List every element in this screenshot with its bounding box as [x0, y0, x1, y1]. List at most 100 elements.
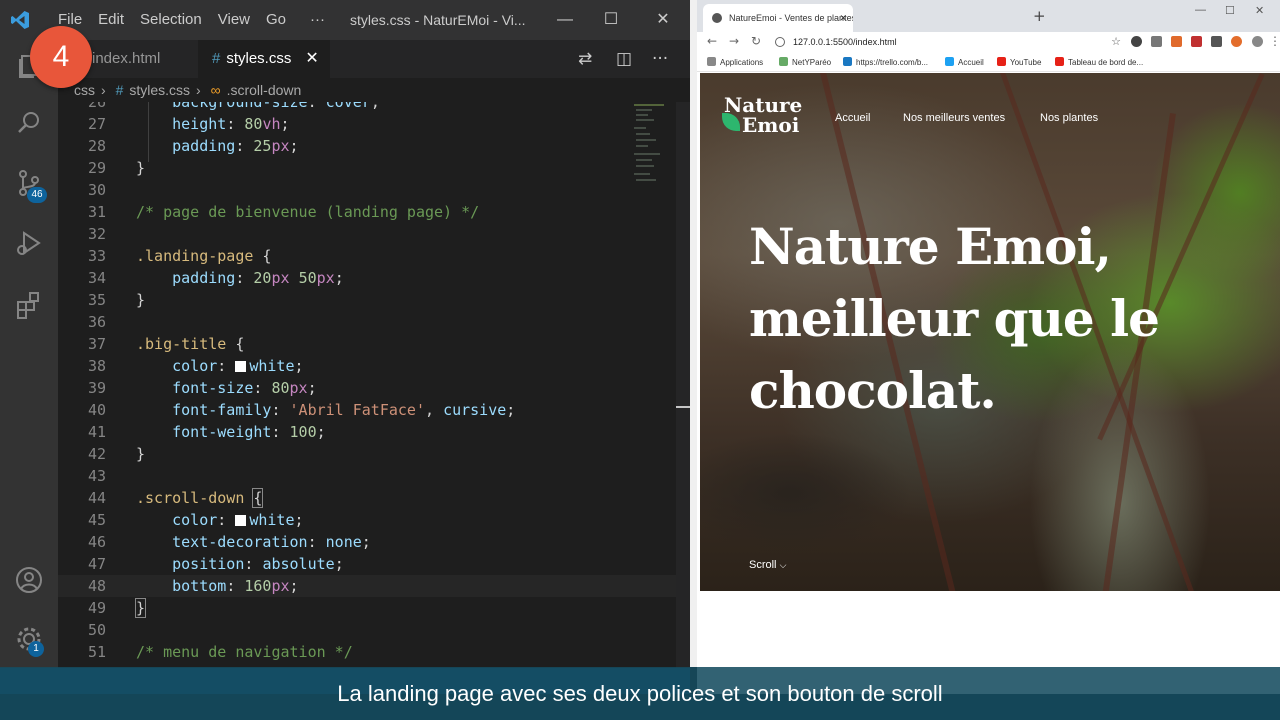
code-line[interactable]: 43 [58, 465, 690, 487]
menu-view[interactable]: View [210, 0, 258, 40]
code-line[interactable]: 46 text-decoration: none; [58, 531, 690, 553]
maximize-button[interactable]: ☐ [586, 0, 636, 40]
bookmark-label: YouTube [1010, 58, 1042, 67]
code-editor[interactable]: 26 background-size: cover; 27 height: 80v… [58, 102, 690, 668]
code-line[interactable]: 48 bottom: 160px; [58, 575, 690, 597]
browser-window: NatureEmoi - Ventes de plantes ✕ + — ☐ ✕… [697, 0, 1280, 720]
code-line[interactable]: 47 position: absolute; [58, 553, 690, 575]
line-number: 40 [87, 401, 106, 419]
extension-icon[interactable] [1171, 36, 1182, 47]
nav-link-accueil[interactable]: Accueil [835, 112, 870, 124]
code-line[interactable]: 51 /* menu de navigation */ [58, 641, 690, 663]
run-debug-icon[interactable] [14, 228, 44, 258]
browser-close-button[interactable]: ✕ [1255, 4, 1264, 17]
back-arrow-icon[interactable]: ← [707, 34, 717, 48]
vscode-window: File Edit Selection View Go ··· styles.c… [0, 0, 690, 720]
code-line[interactable]: 45 color: white; [58, 509, 690, 531]
code-line[interactable]: 36 [58, 311, 690, 333]
code-line[interactable]: 29} [58, 157, 690, 179]
code-line[interactable]: 37 .big-title { [58, 333, 690, 355]
code-line[interactable]: 39 font-size: 80px; [58, 377, 690, 399]
close-tab-icon[interactable]: ✕ [839, 4, 847, 32]
minimap[interactable] [634, 102, 674, 192]
menu-more[interactable]: ··· [302, 0, 333, 40]
line-number: 36 [87, 313, 106, 331]
code-line[interactable]: 40 font-family: 'Abril FatFace', cursive… [58, 399, 690, 421]
site-info-icon[interactable] [775, 37, 785, 47]
menu-go[interactable]: Go [258, 0, 294, 40]
code-line[interactable]: 27 height: 80vh; [58, 113, 690, 135]
browser-menu-icon[interactable]: ⋮ [1269, 34, 1280, 48]
code-line[interactable]: 26 background-size: cover; [58, 102, 690, 113]
new-tab-button[interactable]: + [1033, 7, 1046, 25]
code-text: height: 80vh; [136, 115, 290, 133]
code-line[interactable]: 50 [58, 619, 690, 641]
compare-changes-icon[interactable]: ⇄ [578, 40, 592, 78]
scrollbar-cursor-marker [676, 406, 690, 408]
extension-icon[interactable] [1151, 36, 1162, 47]
address-bar[interactable]: 127.0.0.1:5500/index.html ☆ [769, 33, 1125, 51]
window-gap [690, 0, 697, 667]
code-text: .scroll-down { [136, 488, 264, 508]
code-line[interactable]: 41 font-weight: 100; [58, 421, 690, 443]
line-number: 47 [87, 555, 106, 573]
code-line[interactable]: 31 /* page de bienvenue (landing page) */ [58, 201, 690, 223]
code-line[interactable]: 28 padding: 25px; [58, 135, 690, 157]
bookmark-item[interactable]: Accueil [945, 57, 984, 67]
browser-maximize-button[interactable]: ☐ [1225, 4, 1235, 17]
code-line[interactable]: 49} [58, 597, 690, 619]
menu-edit[interactable]: Edit [90, 0, 132, 40]
code-line[interactable]: 34 padding: 20px 50px; [58, 267, 690, 289]
extensions-puzzle-icon[interactable] [1211, 36, 1222, 47]
activity-bar: 46 1 [0, 40, 58, 668]
extension-icon[interactable] [1231, 36, 1242, 47]
breadcrumb-symbol[interactable]: .scroll-down [227, 82, 302, 98]
editor-scrollbar[interactable] [676, 102, 690, 668]
code-text: .landing-page { [136, 247, 272, 265]
bookmark-star-icon[interactable]: ☆ [1111, 33, 1121, 51]
code-text: bottom: 160px; [136, 577, 299, 595]
close-tab-icon[interactable]: ✕ [305, 50, 318, 67]
extensions-icon[interactable] [14, 290, 44, 320]
account-icon[interactable] [14, 565, 44, 595]
site-logo[interactable]: Nature Emoi [724, 95, 802, 135]
forward-arrow-icon[interactable]: → [729, 34, 739, 48]
more-actions-icon[interactable]: ··· [652, 40, 668, 78]
site-logo-line1: Nature [724, 93, 803, 117]
tab-label: index.html [92, 50, 161, 67]
bookmark-item[interactable]: https://trello.com/b... [843, 57, 928, 67]
browser-minimize-button[interactable]: — [1195, 4, 1206, 16]
nav-link-meilleurs-ventes[interactable]: Nos meilleurs ventes [903, 112, 1005, 124]
bookmark-item[interactable]: Tableau de bord de... [1055, 57, 1143, 67]
close-window-button[interactable]: ✕ [638, 0, 688, 40]
bookmark-item[interactable]: Applications [707, 57, 763, 67]
extension-icon[interactable] [1191, 36, 1202, 47]
bookmark-item[interactable]: NetYParéo [779, 57, 831, 67]
code-line[interactable]: 44 .scroll-down { [58, 487, 690, 509]
bookmark-label: Applications [720, 58, 764, 67]
breadcrumb-folder[interactable]: css [74, 82, 95, 98]
profile-avatar[interactable] [1252, 36, 1263, 47]
reload-icon[interactable]: ↻ [751, 34, 761, 48]
split-editor-icon[interactable]: ◫ [616, 40, 632, 78]
browser-tab[interactable]: NatureEmoi - Ventes de plantes ✕ [703, 4, 853, 32]
menu-selection[interactable]: Selection [132, 0, 210, 40]
code-line[interactable]: 38 color: white; [58, 355, 690, 377]
nav-link-nos-plantes[interactable]: Nos plantes [1040, 112, 1098, 124]
code-line[interactable]: 30 [58, 179, 690, 201]
scroll-down-link[interactable]: Scroll ⌵ [749, 559, 786, 571]
minimize-button[interactable]: — [540, 0, 590, 40]
code-text: } [136, 445, 146, 463]
code-line[interactable]: 33 .landing-page { [58, 245, 690, 267]
code-line[interactable]: 32 [58, 223, 690, 245]
code-line[interactable]: 42} [58, 443, 690, 465]
code-line[interactable]: 35} [58, 289, 690, 311]
code-text: padding: 20px 50px; [136, 269, 344, 287]
extension-icon[interactable] [1131, 36, 1142, 47]
line-number: 35 [87, 291, 106, 309]
bookmark-item[interactable]: YouTube [997, 57, 1041, 67]
search-icon[interactable] [14, 108, 44, 138]
code-text: } [136, 291, 146, 309]
breadcrumb-file[interactable]: styles.css [129, 82, 190, 98]
tab-styles-css[interactable]: # styles.css ✕ [198, 40, 330, 78]
